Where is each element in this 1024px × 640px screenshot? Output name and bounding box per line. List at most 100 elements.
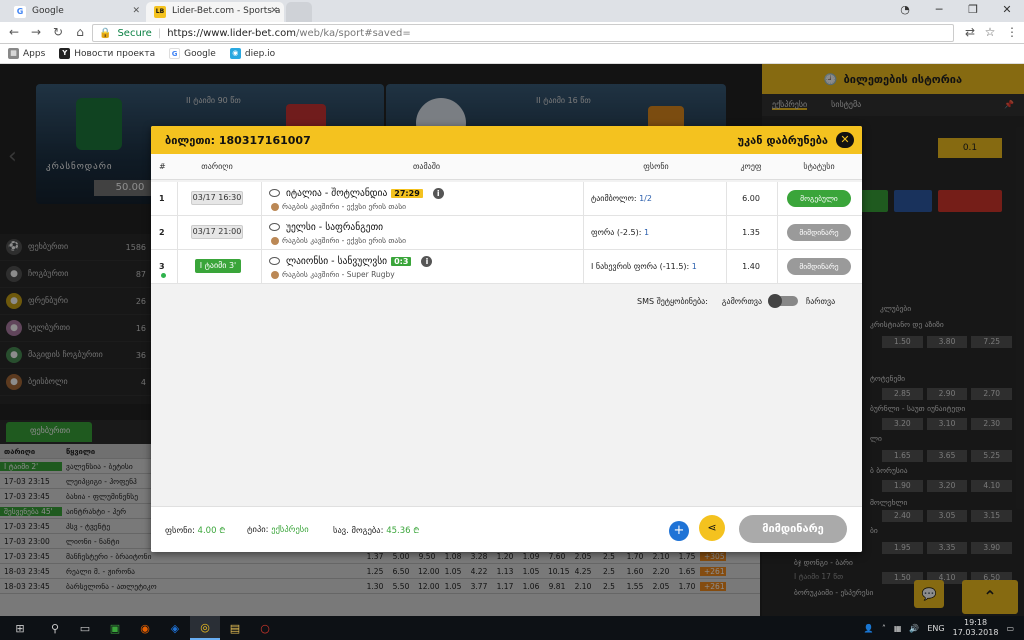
task-view-icon[interactable]: ▭ xyxy=(70,616,100,640)
info-icon[interactable]: i xyxy=(421,255,433,267)
network-icon[interactable]: ▦ xyxy=(894,624,902,633)
system-tray: 👤 ˄ ▦ 🔊 ENG 19:18 17.03.2018 ▭ xyxy=(864,616,1024,640)
notifications-icon[interactable]: ▭ xyxy=(1006,624,1014,633)
back-arrow-icon[interactable]: ← xyxy=(6,25,22,39)
bet-odd: 6.00 xyxy=(742,194,760,203)
new-tab-button[interactable] xyxy=(286,2,312,22)
ticket-details-modal: ბილეთი: 180317161007 უკან დაბრუნება ✕ # თ… xyxy=(151,126,862,552)
lari-icon: ₾ xyxy=(219,526,226,535)
tab-title: Google xyxy=(32,6,64,16)
modal-footer: ფსონი: 4.00 ₾ ტიპი: ექსპრესი სავ. მოგება… xyxy=(151,506,862,552)
match-teams[interactable]: უელსი - საფრანგეთი xyxy=(286,222,383,233)
firefox-icon[interactable]: ◉ xyxy=(130,616,160,640)
ticket-table-header: # თარიღი თამაში ფსონი კოეფ სტატუსი xyxy=(151,154,862,180)
bookmark-news[interactable]: Y Новости проекта xyxy=(59,48,155,59)
language-indicator[interactable]: ENG xyxy=(927,624,944,633)
modal-header: ბილეთი: 180317161007 უკან დაბრუნება ✕ xyxy=(151,126,862,154)
yandex-icon: Y xyxy=(59,48,71,59)
add-icon[interactable]: + xyxy=(669,521,689,541)
chevron-up-icon[interactable]: ˄ xyxy=(882,624,886,633)
rugby-ball-icon xyxy=(269,189,280,197)
tab-google[interactable]: G Google ✕ xyxy=(6,2,146,22)
url-path: /web/ka/sport#saved= xyxy=(295,27,411,39)
back-button[interactable]: უკან დაბრუნება ✕ xyxy=(738,132,854,148)
apps-grid-icon: ▦ xyxy=(8,48,19,59)
bookmark-google[interactable]: G Google xyxy=(169,48,216,59)
bookmarks-bar: ▦ Apps Y Новости проекта G Google ◉ diep.io xyxy=(0,44,1024,64)
live-indicator-icon xyxy=(161,273,166,278)
match-score: 0:3 xyxy=(391,256,412,266)
share-icon[interactable]: ⋖ xyxy=(699,515,725,541)
status-badge: მიმდინარე xyxy=(787,258,851,275)
close-icon[interactable]: ✕ xyxy=(836,132,854,148)
ticket-title: ბილეთი: 180317161007 xyxy=(165,133,311,147)
restore-icon[interactable]: ❐ xyxy=(956,0,990,22)
sms-notification-setting: SMS შეტყობინება: გამორთვა ჩართვა xyxy=(637,294,836,308)
sms-on-label[interactable]: ჩართვა xyxy=(806,297,835,306)
match-teams[interactable]: იტალია - შოტლანდია xyxy=(286,188,387,199)
lari-icon: ₾ xyxy=(413,526,420,535)
status-badge: მიმდინარე xyxy=(787,224,851,241)
ticket-id: 180317161007 xyxy=(218,133,311,147)
live-time: I ტაიმი 3' xyxy=(195,259,241,273)
window-controls: ◔ ─ ❐ ✕ xyxy=(888,0,1024,22)
bet-selection: ტაიმბოლო: 1/2 xyxy=(591,194,652,203)
stake-info: ფსონი: 4.00 ₾ xyxy=(165,526,226,536)
bookmark-diep[interactable]: ◉ diep.io xyxy=(229,48,275,59)
translate-icon[interactable]: ⇄ xyxy=(962,25,978,39)
event-date: 03/17 16:30 xyxy=(191,191,243,205)
address-toolbar: ← → ↻ ⌂ 🔒 Secure | https://www.lider-bet… xyxy=(0,22,1024,44)
bet-odd: 1.35 xyxy=(742,228,760,237)
reload-icon[interactable]: ↻ xyxy=(50,25,66,39)
sms-off-label[interactable]: გამორთვა xyxy=(722,297,762,306)
excel-icon[interactable]: ▣ xyxy=(100,616,130,640)
rugby-ball-icon xyxy=(269,257,280,265)
search-icon[interactable]: ⚲ xyxy=(40,616,70,640)
google-icon: G xyxy=(169,48,181,59)
event-date: 03/17 21:00 xyxy=(191,225,243,239)
user-icon[interactable]: 👤 xyxy=(864,624,874,633)
close-tab-icon[interactable]: ✕ xyxy=(270,6,278,16)
chrome-icon[interactable]: ◎ xyxy=(190,616,220,640)
url-host: https://www.lider-bet.com xyxy=(167,27,296,39)
ticket-row: 3 I ტაიმი 3' ლაიონსი - სანვულვსი 0:3 i რაგ… xyxy=(151,250,862,284)
lider-bet-favicon-icon: LB xyxy=(154,6,166,18)
rugby-league-icon xyxy=(271,236,279,245)
profile-icon[interactable]: ◔ xyxy=(888,0,922,22)
opera-icon[interactable]: ○ xyxy=(250,616,280,640)
possible-win-info: სავ. მოგება: 45.36 ₾ xyxy=(333,526,420,536)
minimize-icon[interactable]: ─ xyxy=(922,0,956,22)
bookmark-apps[interactable]: ▦ Apps xyxy=(8,48,45,59)
pending-status-button[interactable]: მიმდინარე xyxy=(739,515,847,543)
diep-icon: ◉ xyxy=(229,48,241,59)
home-icon[interactable]: ⌂ xyxy=(72,25,88,39)
bookmark-star-icon[interactable]: ☆ xyxy=(982,25,998,39)
bet-selection: ფორა (-2.5): 1 xyxy=(591,228,650,237)
rugby-league-icon xyxy=(271,202,279,211)
forward-arrow-icon[interactable]: → xyxy=(28,25,44,39)
url-bar[interactable]: 🔒 Secure | https://www.lider-bet.com/web… xyxy=(92,24,954,42)
sms-toggle[interactable] xyxy=(768,294,799,308)
match-teams[interactable]: ლაიონსი - სანვულვსი xyxy=(286,256,387,267)
secure-lock-icon: 🔒 xyxy=(99,27,112,39)
rugby-ball-icon xyxy=(269,223,280,231)
tab-title: Lider-Bet.com - Sports a xyxy=(172,6,281,16)
tab-lider-bet[interactable]: LB Lider-Bet.com - Sports a ✕ xyxy=(146,2,284,22)
close-window-icon[interactable]: ✕ xyxy=(990,0,1024,22)
close-tab-icon[interactable]: ✕ xyxy=(132,6,140,16)
secure-label: Secure xyxy=(117,27,152,39)
ticket-row: 1 03/17 16:30 იტალია - შოტლანდია 27:29 i რ… xyxy=(151,182,862,216)
app-icon[interactable]: ◈ xyxy=(160,616,190,640)
file-explorer-icon[interactable]: ▤ xyxy=(220,616,250,640)
windows-start-icon[interactable]: ⊞ xyxy=(0,616,40,640)
match-score: 27:29 xyxy=(391,188,423,198)
bet-odd: 1.40 xyxy=(742,262,760,271)
clock[interactable]: 19:18 17.03.2018 xyxy=(953,618,999,638)
volume-icon[interactable]: 🔊 xyxy=(909,624,919,633)
bet-selection: I ნახევრის ფორა (-11.5): 1 xyxy=(591,262,697,271)
google-favicon-icon: G xyxy=(14,6,26,18)
info-icon[interactable]: i xyxy=(432,187,444,199)
browser-tab-strip: G Google ✕ LB Lider-Bet.com - Sports a ✕ xyxy=(0,0,1024,22)
menu-dots-icon[interactable]: ⋮ xyxy=(1004,25,1020,39)
ticket-row: 2 03/17 21:00 უელსი - საფრანგეთი რაგბის … xyxy=(151,216,862,250)
